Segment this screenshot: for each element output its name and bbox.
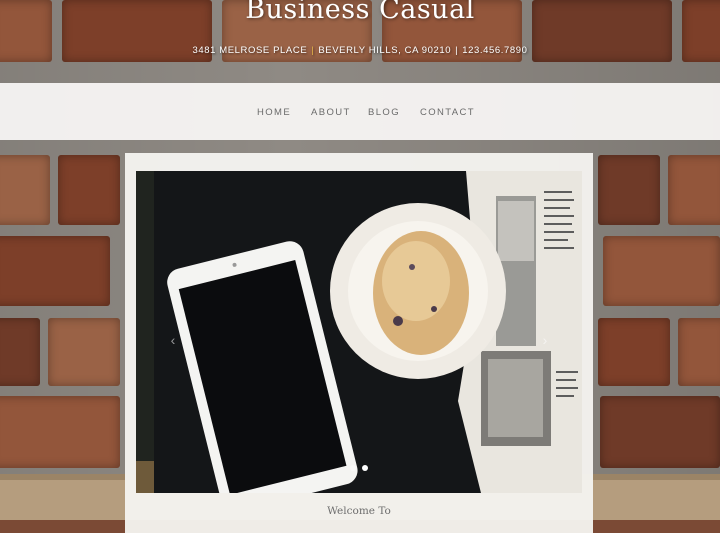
nav-item-contact[interactable]: CONTACT <box>420 107 475 118</box>
site-brand-title: Business Casual <box>245 0 475 25</box>
carousel-indicators <box>350 465 380 473</box>
address-separator: | <box>311 45 315 56</box>
address-city: BEVERLY HILLS, CA 90210 <box>318 45 452 56</box>
address-separator: | <box>455 45 459 56</box>
main-navbar: HOME ABOUT BLOG CONTACT <box>0 83 720 140</box>
carousel-slide-image <box>136 171 582 493</box>
chevron-left-icon[interactable]: ‹ <box>166 331 180 349</box>
chevron-right-icon[interactable]: › <box>538 331 552 349</box>
nav-item-home[interactable]: HOME <box>257 107 291 118</box>
site-address-bar: 3481 MELROSE PLACE | BEVERLY HILLS, CA 902… <box>0 45 720 56</box>
carousel-indicator-active[interactable] <box>362 465 368 471</box>
nav-item-about[interactable]: ABOUT <box>311 107 351 118</box>
address-phone: 123.456.7890 <box>462 45 528 56</box>
nav-links: HOME ABOUT BLOG CONTACT <box>0 83 720 140</box>
nav-item-blog[interactable]: BLOG <box>368 107 400 118</box>
address-street: 3481 MELROSE PLACE <box>192 45 308 56</box>
welcome-heading: Welcome To <box>327 505 391 517</box>
image-carousel: ‹ › <box>136 171 582 493</box>
carousel-indicator[interactable] <box>350 465 356 471</box>
